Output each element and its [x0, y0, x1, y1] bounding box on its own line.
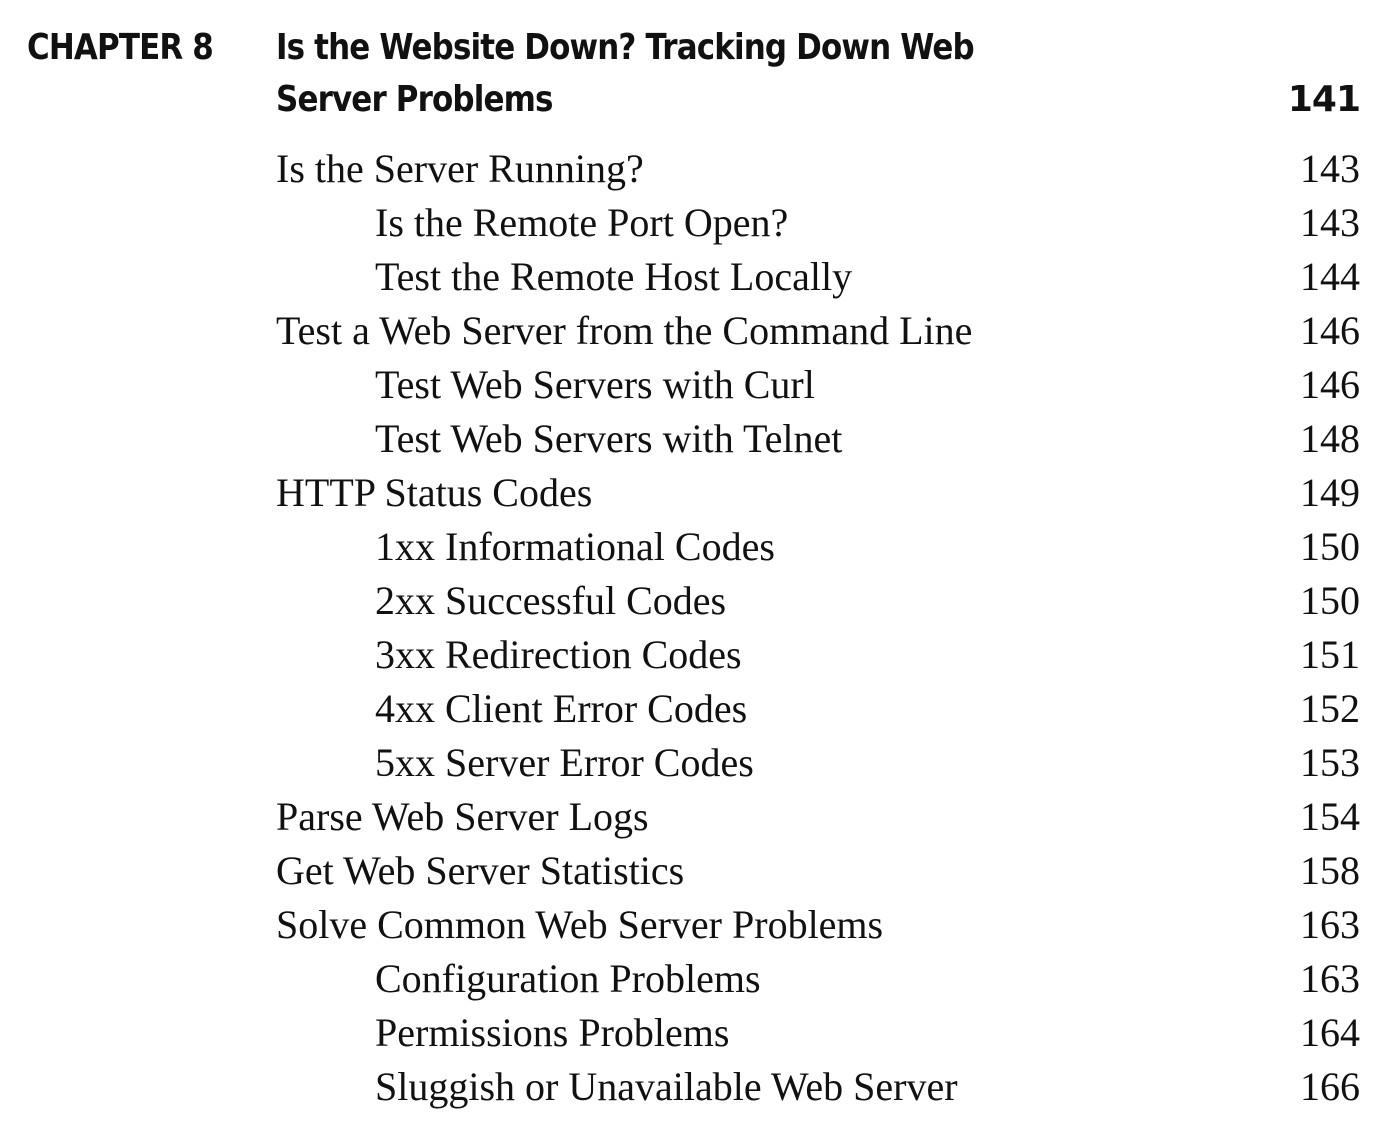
toc-entry[interactable]: 3xx Redirection Codes 151: [276, 628, 1360, 682]
toc-entry-title: Test the Remote Host Locally: [375, 254, 853, 299]
toc-entry-page: 150: [1300, 578, 1360, 623]
toc-entry-page: 149: [1300, 470, 1360, 515]
toc-entries: Is the Server Running? 143 Is the Remote P…: [276, 142, 1360, 1114]
toc-entry-page: 144: [1300, 254, 1360, 299]
toc-entry[interactable]: 1xx Informational Codes 150: [276, 520, 1360, 574]
chapter-label: CHAPTER 8: [27, 27, 214, 68]
toc-entry-page: 158: [1300, 848, 1360, 893]
toc-entry-page: 148: [1300, 416, 1360, 461]
toc-entry[interactable]: Permissions Problems 164: [276, 1006, 1360, 1060]
toc-entry-title: Get Web Server Statistics: [276, 848, 685, 893]
toc-entry-page: 146: [1300, 308, 1360, 353]
toc-entry-page: 150: [1300, 524, 1360, 569]
toc-entry-title: 5xx Server Error Codes: [375, 740, 754, 785]
toc-entry[interactable]: Sluggish or Unavailable Web Server 166: [276, 1060, 1360, 1114]
chapter-title: Is the Website Down? Tracking Down Web S…: [276, 22, 1360, 126]
toc-entry-page: 164: [1300, 1010, 1360, 1055]
chapter-page-number: 141: [1287, 79, 1361, 120]
toc-entry-title: Permissions Problems: [375, 1010, 730, 1055]
toc-entry-title: Is the Server Running?: [276, 146, 644, 191]
toc-entry[interactable]: Is the Remote Port Open? 143: [276, 196, 1360, 250]
toc-entry-title: HTTP Status Codes: [276, 470, 593, 515]
toc-entry-title: Test Web Servers with Telnet: [375, 416, 843, 461]
toc-entry-page: 163: [1300, 902, 1360, 947]
toc-entry[interactable]: Test a Web Server from the Command Line 1…: [276, 304, 1360, 358]
toc-entry-title: Is the Remote Port Open?: [375, 200, 789, 245]
toc-entry-title: 3xx Redirection Codes: [375, 632, 742, 677]
toc-entry[interactable]: Get Web Server Statistics 158: [276, 844, 1360, 898]
chapter-title-line-1: Is the Website Down? Tracking Down Web: [276, 27, 975, 68]
toc-entry-title: Configuration Problems: [375, 956, 761, 1001]
toc-entry[interactable]: 4xx Client Error Codes 152: [276, 682, 1360, 736]
toc-entry[interactable]: Test the Remote Host Locally 144: [276, 250, 1360, 304]
toc-entry[interactable]: Is the Server Running? 143: [276, 142, 1360, 196]
toc-entry-page: 143: [1300, 146, 1360, 191]
toc-entry-page: 152: [1300, 686, 1360, 731]
toc-entry-title: Test Web Servers with Curl: [375, 362, 815, 407]
toc-entry-page: 163: [1300, 956, 1360, 1001]
toc-entry-title: 2xx Successful Codes: [375, 578, 727, 623]
toc-entry-title: Test a Web Server from the Command Line: [276, 308, 973, 353]
toc-page: CHAPTER 8 Is the Website Down? Tracking …: [0, 0, 1374, 1138]
chapter-title-line-2: Server Problems: [276, 79, 553, 120]
toc-entry-title: 4xx Client Error Codes: [375, 686, 748, 731]
toc-entry[interactable]: 5xx Server Error Codes 153: [276, 736, 1360, 790]
toc-entry-page: 151: [1300, 632, 1360, 677]
toc-entry-page: 153: [1300, 740, 1360, 785]
toc-entry[interactable]: Test Web Servers with Telnet 148: [276, 412, 1360, 466]
toc-entry-title: Solve Common Web Server Problems: [276, 902, 884, 947]
toc-entry[interactable]: Configuration Problems 163: [276, 952, 1360, 1006]
toc-entry-title: Sluggish or Unavailable Web Server: [375, 1064, 958, 1109]
toc-entry-title: Parse Web Server Logs: [276, 794, 649, 839]
toc-entry-page: 154: [1300, 794, 1360, 839]
toc-entry-title: 1xx Informational Codes: [375, 524, 775, 569]
toc-entry[interactable]: 2xx Successful Codes 150: [276, 574, 1360, 628]
toc-entry[interactable]: Solve Common Web Server Problems 163: [276, 898, 1360, 952]
toc-entry[interactable]: HTTP Status Codes 149: [276, 466, 1360, 520]
toc-entry-page: 143: [1300, 200, 1360, 245]
toc-entry[interactable]: Test Web Servers with Curl 146: [276, 358, 1360, 412]
toc-entry-page: 146: [1300, 362, 1360, 407]
toc-entry[interactable]: Parse Web Server Logs 154: [276, 790, 1360, 844]
toc-entry-page: 166: [1300, 1064, 1360, 1109]
